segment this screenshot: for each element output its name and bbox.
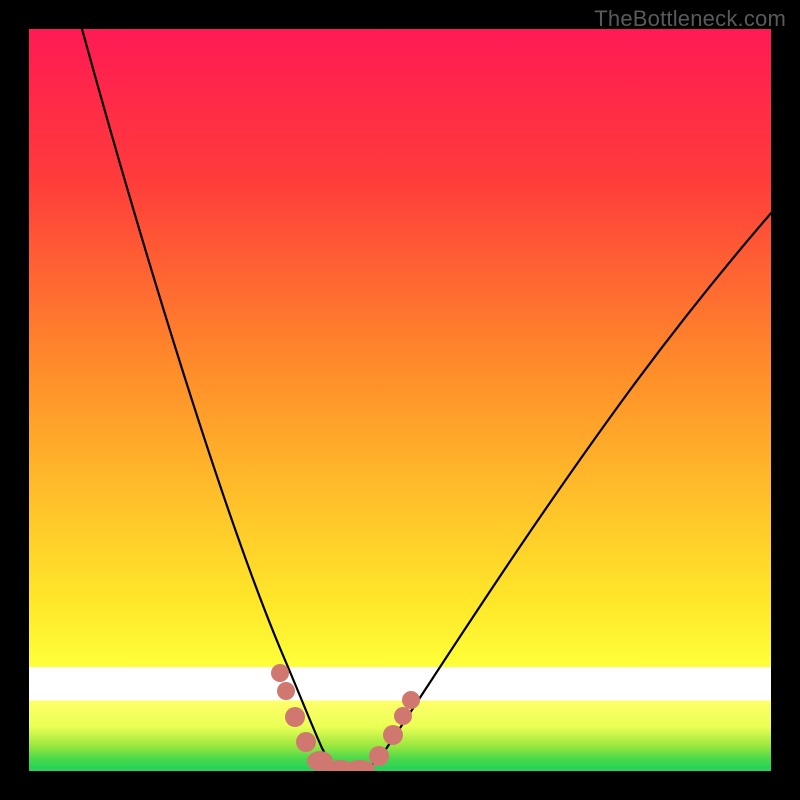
chart-frame: TheBottleneck.com: [0, 0, 800, 800]
chart-svg: [0, 0, 800, 800]
plot-area: [29, 29, 771, 771]
watermark-text: TheBottleneck.com: [594, 6, 786, 32]
